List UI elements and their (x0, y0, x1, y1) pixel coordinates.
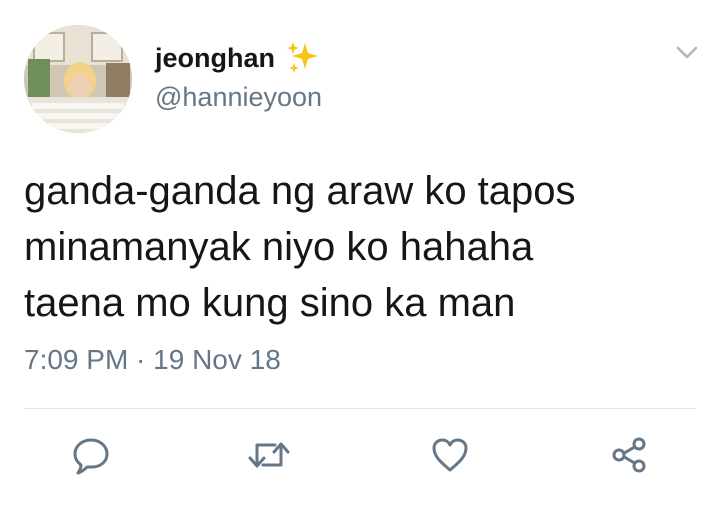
share-button[interactable] (606, 432, 652, 478)
chevron-down-icon[interactable] (672, 40, 702, 66)
timestamp[interactable]: 7:09 PM · 19 Nov 18 (24, 344, 281, 376)
display-name-row: jeonghan (155, 38, 319, 78)
user-handle[interactable]: @hannieyoon (155, 82, 322, 113)
divider (24, 408, 696, 409)
reply-button[interactable] (68, 432, 114, 478)
display-name[interactable]: jeonghan (155, 43, 275, 74)
sparkles-icon (285, 41, 319, 75)
reply-icon (73, 438, 109, 475)
retweet-button[interactable] (246, 432, 292, 478)
tweet-text: ganda-ganda ng araw ko tapos minamanyak … (24, 169, 576, 325)
share-icon (612, 437, 646, 473)
heart-icon (432, 438, 468, 472)
avatar[interactable] (24, 25, 132, 133)
tweet: jeonghan @hannieyoon ganda-ganda ng araw… (0, 0, 720, 508)
retweet-icon (248, 442, 290, 468)
like-button[interactable] (427, 432, 473, 478)
